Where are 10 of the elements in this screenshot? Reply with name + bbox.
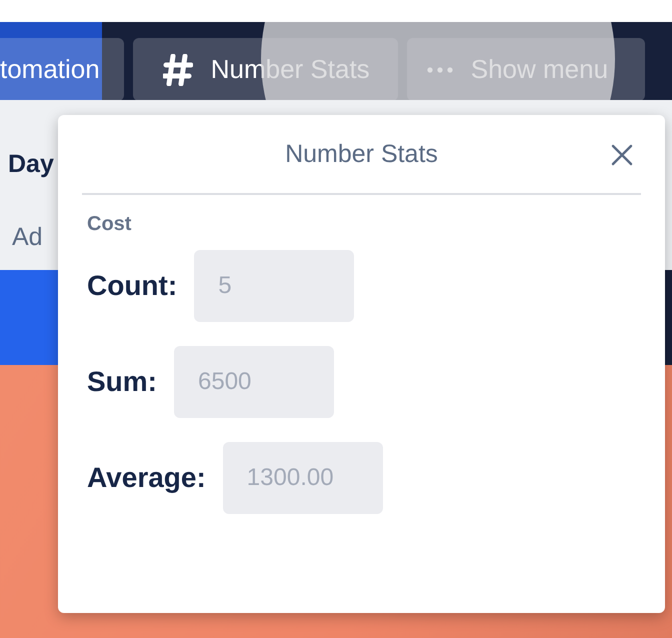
hash-icon — [162, 54, 193, 86]
add-link[interactable]: Ad — [12, 223, 43, 252]
close-button[interactable] — [611, 144, 633, 166]
stat-label: Average: — [87, 462, 206, 494]
section-label: Cost — [87, 213, 132, 236]
stat-label: Sum: — [87, 366, 157, 398]
stat-label: Count: — [87, 270, 178, 302]
toolbar-button[interactable]: tomation — [0, 38, 124, 100]
dialog-title: Number Stats — [285, 140, 438, 168]
panel-heading: Day — [8, 150, 54, 179]
